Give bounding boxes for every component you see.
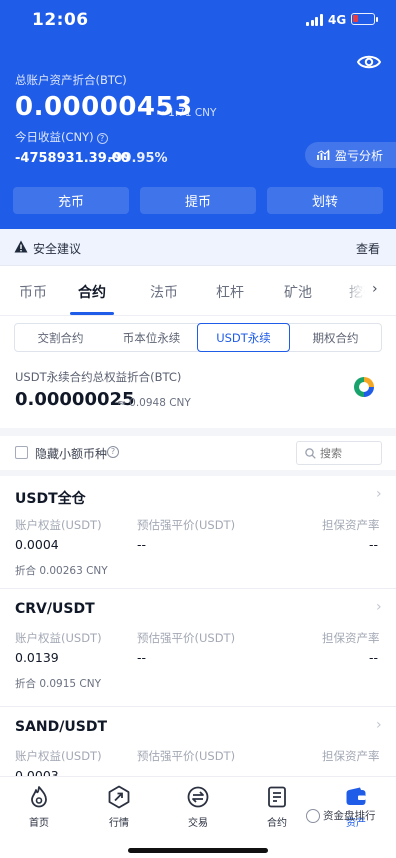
watermark-badge [306,808,320,823]
pie-chart-icon[interactable] [353,376,375,398]
tab-contract[interactable]: 合约 [78,282,106,302]
nav-home[interactable]: 首页 [9,785,69,829]
equity-label: 账户权益(USDT) [15,518,102,532]
equity-value: 0.0004 [15,537,59,552]
usdt-equity-label: USDT永续合约总权益折合(BTC) [15,370,182,384]
transfer-button[interactable]: 划转 [267,187,383,214]
nav-contract-label: 合约 [267,818,287,829]
equity-cny: 折合 0.00263 CNY [15,565,108,577]
position-title: SAND/USDT [15,719,107,735]
pnl-analysis-button[interactable]: 盈亏分析 [305,142,396,168]
equity-value: 0.0139 [15,650,59,665]
search-input[interactable] [320,446,376,460]
safety-view-link[interactable]: 查看 [356,240,380,257]
battery-nub [376,17,378,22]
equity-label: 账户权益(USDT) [15,749,102,763]
liq-price-value: -- [137,537,147,552]
segment-coin-perpetual[interactable]: 币本位永续 [106,324,197,351]
margin-ratio-value: -- [369,537,379,552]
liq-price-label: 预估强平价(USDT) [137,749,236,763]
home-icon [31,786,47,808]
status-time: 12:06 [32,10,89,30]
contract-icon [268,786,286,808]
section-gap [0,428,396,436]
signal-icon [306,14,324,26]
today-earnings-label-text: 今日收益(CNY) [15,130,94,144]
segment-delivery[interactable]: 交割合约 [15,324,106,351]
account-header: 12:06 4G 总账户资产折合(BTC) 0.00000453 ≈ 1.71 … [0,0,396,229]
battery-icon [351,13,375,25]
contract-type-segment: 交割合约 币本位永续 USDT永续 期权合约 [14,323,382,352]
equity-label: 账户权益(USDT) [15,631,102,645]
wallet-icon [346,787,366,805]
usdt-equity-cny: ≈ 0.0948 CNY [117,397,191,409]
help-icon[interactable]: ? [107,446,119,458]
status-bar: 12:06 4G [0,0,396,42]
position-title: CRV/USDT [15,601,95,617]
total-assets-label: 总账户资产折合(BTC) [15,73,127,87]
margin-ratio-label: 担保资产率 [322,631,380,645]
chevron-right-icon[interactable]: › [372,281,378,297]
liq-price-label: 预估强平价(USDT) [137,631,236,645]
nav-contract[interactable]: 合约 [247,785,307,829]
segment-usdt-perpetual[interactable]: USDT永续 [197,323,290,352]
margin-ratio-label: 担保资产率 [322,518,380,532]
market-icon [108,785,130,809]
search-icon [305,447,316,459]
help-icon[interactable]: ? [96,133,108,144]
nav-market-label: 行情 [109,818,129,829]
nav-home-label: 首页 [29,818,49,829]
eye-icon[interactable] [357,53,381,71]
today-earnings-label: 今日收益(CNY)? [15,129,108,145]
position-card[interactable]: SAND/USDT › 账户权益(USDT) 预估强平价(USDT) 担保资产率… [0,707,396,776]
trade-icon [187,786,209,808]
chevron-right-icon: › [376,599,382,615]
chart-analysis-icon [317,149,330,160]
liq-price-value: -- [137,650,147,665]
hide-small-checkbox[interactable] [15,446,28,459]
chevron-right-icon: › [376,486,382,502]
segment-options[interactable]: 期权合约 [290,324,381,351]
tab-fiat[interactable]: 法币 [150,282,178,302]
home-indicator [128,848,268,853]
nav-trade-label: 交易 [188,818,208,829]
safety-advice-label: 安全建议 [33,242,82,256]
pnl-analysis-label: 盈亏分析 [335,148,384,163]
tab-margin[interactable]: 杠杆 [216,282,244,302]
equity-cny: 折合 0.0915 CNY [15,678,102,690]
hide-small-label: 隐藏小额币种 [35,447,108,461]
active-tab-indicator [70,312,114,315]
liq-price-label: 预估强平价(USDT) [137,518,236,532]
total-assets-cny: ≈ 1.71 CNY [156,107,217,119]
watermark-text: 资金盘排行 [323,810,376,822]
nav-market[interactable]: 行情 [89,785,149,829]
today-earnings-percent: -99.95% [108,151,168,166]
chevron-right-icon: › [376,717,382,733]
account-type-tabs: 币币 合约 法币 杠杆 矿池 挖矿 › [0,266,396,316]
safety-advice-bar: 安全建议 查看 [0,229,396,266]
withdraw-button[interactable]: 提币 [140,187,256,214]
nav-trade[interactable]: 交易 [168,785,228,829]
deposit-button[interactable]: 充币 [13,187,129,214]
position-card[interactable]: CRV/USDT › 账户权益(USDT) 预估强平价(USDT) 担保资产率 … [0,589,396,707]
margin-ratio-label: 担保资产率 [322,749,380,763]
network-label: 4G [328,13,347,27]
equity-value: 0.0003 [15,768,59,776]
tab-pool[interactable]: 矿池 [284,282,312,302]
watermark: 资金盘排行 [306,808,376,823]
filter-row: 隐藏小额币种 ? [0,436,396,470]
tab-spot[interactable]: 币币 [19,282,47,302]
warning-icon [14,240,28,253]
margin-ratio-value: -- [369,650,379,665]
search-box[interactable] [296,441,382,465]
position-title: USDT全仓 [15,491,86,507]
action-row: 充币 提币 划转 [13,187,383,214]
tabs-fade [340,266,396,315]
position-card[interactable]: USDT全仓 › 账户权益(USDT) 预估强平价(USDT) 担保资产率 0.… [0,476,396,589]
